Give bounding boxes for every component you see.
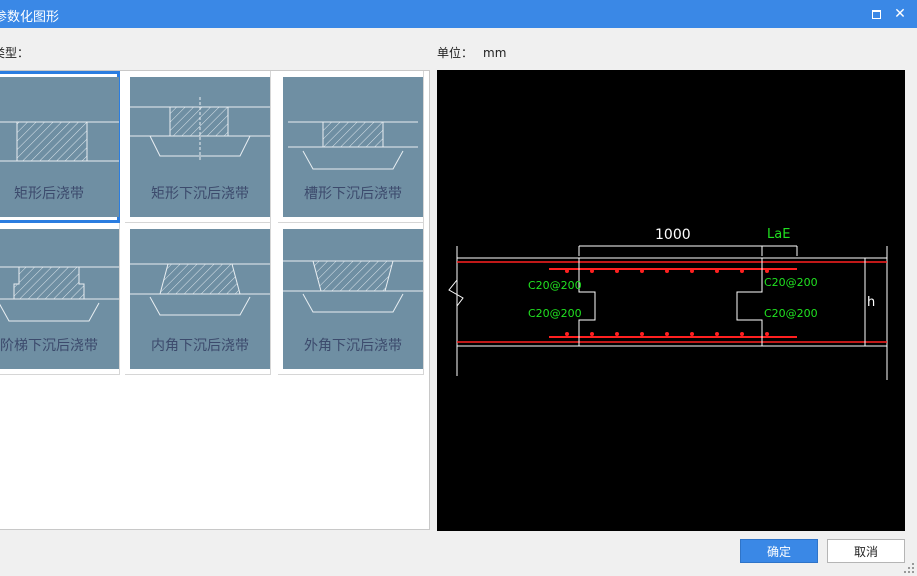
unit-label-group: 单位： mm bbox=[437, 44, 516, 61]
type-caption: 阶梯下沉后浇带 bbox=[0, 338, 98, 354]
height-label-text: h bbox=[867, 295, 875, 310]
maximize-icon[interactable] bbox=[866, 4, 886, 24]
rebar-top-right-text: C20@200 bbox=[764, 276, 818, 289]
type-item-rectangle[interactable]: 矩形后浇带 bbox=[0, 71, 120, 223]
ok-button[interactable]: 确定 bbox=[740, 539, 818, 563]
type-item-trough-sunken[interactable]: 槽形下沉后浇带 bbox=[278, 71, 424, 223]
type-thumbnail-rectangle: 矩形后浇带 bbox=[0, 77, 119, 217]
type-item-stepped-sunken[interactable]: 阶梯下沉后浇带 bbox=[0, 223, 120, 375]
rebar-bottom-right-text: C20@200 bbox=[764, 307, 818, 320]
close-icon[interactable]: ✕ bbox=[890, 4, 910, 24]
type-item-inner-corner-sunken[interactable]: 内角下沉后浇带 bbox=[125, 223, 271, 375]
type-thumbnail-outer-corner-sunken: 外角下沉后浇带 bbox=[283, 229, 423, 369]
preview-canvas: 1000 LaE C20@200 C20@200 C20@200 C20@200… bbox=[437, 70, 905, 531]
unit-value: mm bbox=[483, 46, 507, 60]
cancel-button[interactable]: 取消 bbox=[827, 539, 905, 563]
rebar-top-left-text: C20@200 bbox=[528, 279, 582, 292]
type-thumbnail-stepped-sunken: 阶梯下沉后浇带 bbox=[0, 229, 119, 369]
type-thumbnail-inner-corner-sunken: 内角下沉后浇带 bbox=[130, 229, 270, 369]
rebar-bottom-left-text: C20@200 bbox=[528, 307, 582, 320]
type-item-rectangle-sunken[interactable]: 矩形下沉后浇带 bbox=[125, 71, 271, 223]
type-caption: 外角下沉后浇带 bbox=[304, 338, 402, 354]
type-item-outer-corner-sunken[interactable]: 外角下沉后浇带 bbox=[278, 223, 424, 375]
title-bar: 参数化图形 ✕ bbox=[0, 0, 917, 28]
type-caption: 矩形下沉后浇带 bbox=[151, 186, 249, 202]
type-caption: 内角下沉后浇带 bbox=[151, 338, 249, 354]
type-grid: 矩形后浇带 矩形下沉后浇带 槽形下沉后浇带 阶梯下沉后浇带 内角下沉后浇带 外角… bbox=[0, 70, 430, 530]
type-label: 类型： bbox=[0, 46, 30, 60]
type-caption: 矩形后浇带 bbox=[14, 186, 84, 202]
type-thumbnail-rectangle-sunken: 矩形下沉后浇带 bbox=[130, 77, 270, 217]
type-caption: 槽形下沉后浇带 bbox=[304, 186, 402, 202]
resize-grip-icon[interactable] bbox=[903, 562, 915, 574]
dim-lae-text: LaE bbox=[767, 227, 790, 242]
window-title: 参数化图形 bbox=[0, 10, 60, 25]
type-thumbnail-trough-sunken: 槽形下沉后浇带 bbox=[283, 77, 423, 217]
dim-width-text: 1000 bbox=[655, 227, 691, 243]
unit-label: 单位： bbox=[437, 46, 474, 60]
